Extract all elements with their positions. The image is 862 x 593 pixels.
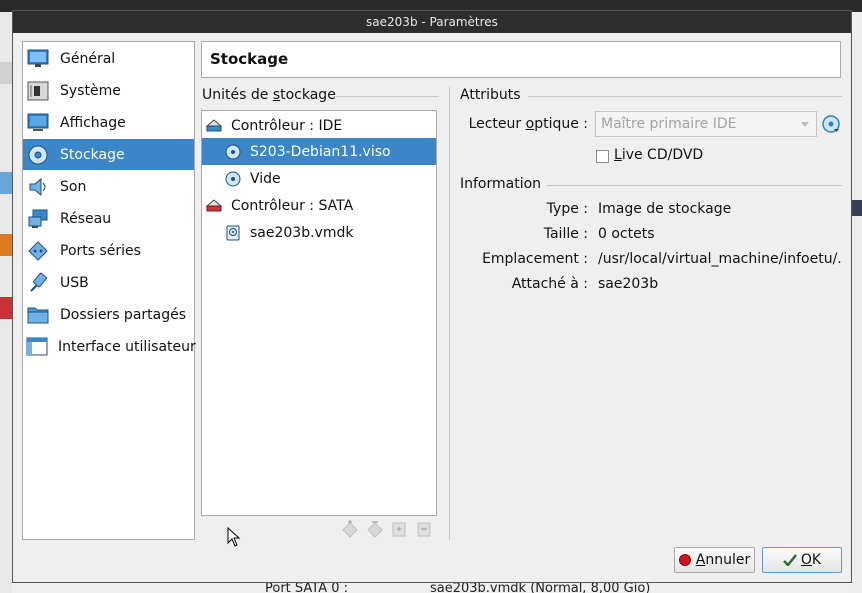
sidebar-item-label: Système	[60, 82, 121, 99]
attributes-section-label: Attributs	[460, 87, 521, 103]
tree-item-label: S203-Debian11.viso	[250, 143, 391, 160]
sidebar-item-label: Réseau	[60, 210, 112, 227]
audio-speaker-icon	[26, 176, 50, 198]
desktop-background-left	[0, 12, 12, 593]
sidebar-item-label: Son	[60, 178, 87, 195]
sidebar-item-label: USB	[60, 274, 89, 291]
system-board-icon	[26, 80, 50, 102]
optical-disc-icon	[224, 143, 242, 161]
sidebar-item-network[interactable]: Réseau	[23, 203, 194, 234]
background-window-text: Port SATA 0 : sae203b.vmdk (Normal, 8,00…	[12, 583, 851, 593]
network-icon	[26, 208, 50, 230]
sidebar-item-shared-folders[interactable]: Dossiers partagés	[23, 299, 194, 330]
sidebar-item-label: Stockage	[60, 146, 125, 163]
optical-drive-select[interactable]: Maître primaire IDE	[595, 111, 817, 137]
info-size-label: Taille :	[543, 226, 588, 242]
ok-button[interactable]: OK	[762, 547, 842, 573]
sidebar-item-display[interactable]: Affichage	[23, 107, 194, 138]
live-cd-checkbox[interactable]	[596, 150, 609, 163]
panel-splitter[interactable]	[449, 87, 450, 540]
tree-item-label: Contrôleur : IDE	[231, 117, 343, 134]
ide-controller-icon	[205, 117, 223, 135]
page-title-box: Stockage	[201, 41, 841, 78]
add-controller-icon[interactable]	[341, 520, 359, 538]
choose-disk-icon[interactable]	[822, 115, 840, 133]
info-attached-value: sae203b	[598, 276, 659, 292]
hard-disk-icon	[224, 224, 242, 242]
settings-dialog: sae203b - Paramètres Général Système Aff…	[12, 10, 852, 583]
information-section-label: Information	[460, 176, 542, 192]
info-attached-label: Attaché à :	[511, 276, 588, 292]
page-title: Stockage	[210, 50, 289, 68]
cancel-icon	[678, 554, 691, 566]
tree-item-optical-viso[interactable]: S203-Debian11.viso	[202, 138, 436, 165]
storage-tree[interactable]: Contrôleur : IDE S203-Debian11.viso Vide…	[201, 110, 437, 516]
usb-icon	[26, 272, 50, 294]
sidebar-item-label: Ports séries	[60, 242, 141, 259]
sidebar-item-user-interface[interactable]: Interface utilisateur	[23, 331, 196, 362]
remove-controller-icon[interactable]	[366, 520, 384, 538]
shared-folder-icon	[26, 304, 50, 326]
optical-drive-value: Maître primaire IDE	[601, 116, 737, 132]
sidebar-item-audio[interactable]: Son	[23, 171, 194, 202]
info-type-label: Type :	[546, 201, 588, 217]
tree-item-sata-controller[interactable]: Contrôleur : SATA	[202, 192, 436, 219]
info-location-label: Emplacement :	[482, 251, 588, 267]
tree-item-label: Vide	[250, 170, 281, 187]
sidebar-item-storage[interactable]: Stockage	[23, 139, 194, 170]
sidebar-item-label: Général	[60, 50, 116, 67]
sidebar-item-serial-ports[interactable]: Ports séries	[23, 235, 194, 266]
background-window-edge	[0, 172, 12, 194]
tree-item-optical-empty[interactable]: Vide	[202, 165, 436, 192]
info-location-value: /usr/local/virtual_machine/infoetu/...	[598, 251, 841, 267]
sidebar-item-usb[interactable]: USB	[23, 267, 194, 298]
user-interface-icon	[26, 336, 48, 358]
sidebar-item-general[interactable]: Général	[23, 43, 194, 74]
section-divider	[547, 185, 842, 186]
live-cd-label[interactable]: Live CD/DVD	[614, 147, 703, 163]
storage-disk-icon	[26, 144, 50, 166]
tree-item-ide-controller[interactable]: Contrôleur : IDE	[202, 112, 436, 139]
background-window-edge	[0, 62, 12, 84]
tree-item-hard-disk[interactable]: sae203b.vmdk	[202, 219, 436, 246]
display-monitor-icon	[26, 112, 50, 134]
settings-sidebar: Général Système Affichage Stockage Son R…	[22, 41, 196, 540]
optical-drive-label: Lecteur optique :	[468, 116, 588, 132]
tree-item-label: Contrôleur : SATA	[231, 197, 354, 214]
desktop-background-right	[851, 12, 862, 593]
background-window-edge	[0, 297, 12, 319]
serial-port-icon	[26, 240, 50, 262]
general-monitor-icon	[26, 48, 50, 70]
background-text: sae203b.vmdk (Normal, 8,00 Gio)	[430, 583, 651, 593]
sidebar-item-label: Affichage	[60, 114, 126, 131]
window-title[interactable]: sae203b - Paramètres	[13, 11, 851, 33]
optical-disc-icon	[224, 170, 242, 188]
storage-devices-label: Unités de stockage	[202, 87, 336, 103]
cancel-button[interactable]: Annuler	[674, 547, 755, 573]
chevron-down-icon	[801, 122, 809, 127]
background-window-edge	[0, 234, 12, 256]
remove-attachment-icon[interactable]	[415, 520, 433, 538]
info-type-value: Image de stockage	[598, 201, 732, 217]
sidebar-item-label: Interface utilisateur	[58, 338, 196, 355]
add-attachment-icon[interactable]	[390, 520, 408, 538]
tree-item-label: sae203b.vmdk	[250, 224, 354, 241]
section-divider	[333, 96, 439, 97]
sidebar-item-label: Dossiers partagés	[60, 306, 187, 323]
background-window-edge	[851, 200, 862, 216]
mouse-cursor-icon	[227, 526, 241, 551]
ok-check-icon	[783, 554, 797, 566]
sidebar-item-system[interactable]: Système	[23, 75, 194, 106]
sata-controller-icon	[205, 197, 223, 215]
background-text: Port SATA 0 :	[265, 583, 349, 593]
section-divider	[528, 96, 842, 97]
info-size-value: 0 octets	[598, 226, 655, 242]
